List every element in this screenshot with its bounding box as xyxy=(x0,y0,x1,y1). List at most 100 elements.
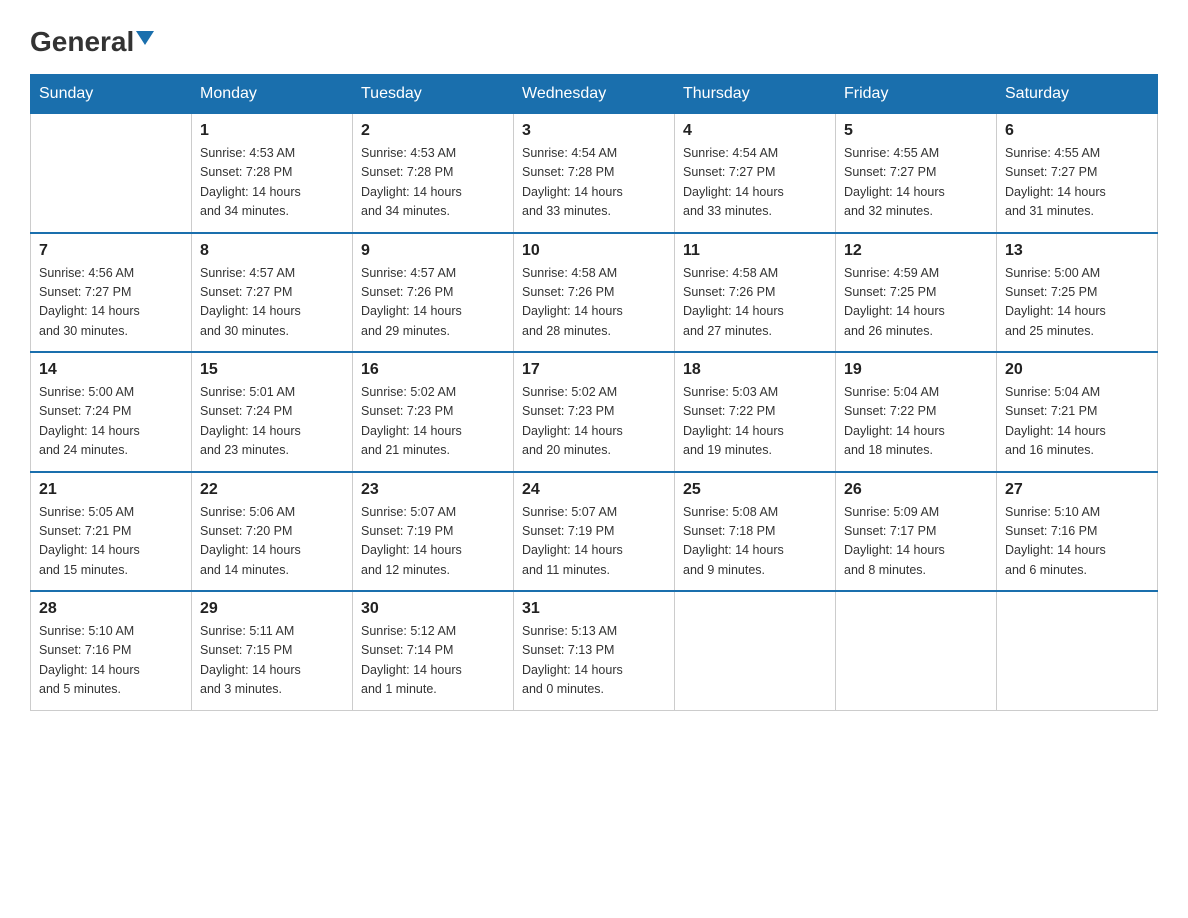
calendar-day-cell: 15 Sunrise: 5:01 AM Sunset: 7:24 PM Dayli… xyxy=(192,352,353,472)
calendar-day-cell: 24 Sunrise: 5:07 AM Sunset: 7:19 PM Dayli… xyxy=(514,472,675,592)
calendar-day-cell: 3Sunrise: 4:54 AM Sunset: 7:28 PM Daylig… xyxy=(514,114,675,233)
day-number: 15 xyxy=(200,361,344,379)
calendar-day-cell xyxy=(997,591,1158,710)
calendar-day-cell: 9Sunrise: 4:57 AM Sunset: 7:26 PM Daylig… xyxy=(353,233,514,353)
calendar-week-row: 28Sunrise: 5:10 AM Sunset: 7:16 PM Dayli… xyxy=(31,591,1158,710)
day-number: 17 xyxy=(522,361,666,379)
day-info: Sunrise: 5:10 AM Sunset: 7:16 PM Dayligh… xyxy=(1005,503,1149,581)
day-info: Sunrise: 5:04 AM Sunset: 7:21 PM Dayligh… xyxy=(1005,383,1149,461)
calendar-header-sunday: Sunday xyxy=(31,75,192,114)
day-number: 1 xyxy=(200,122,344,140)
day-number: 27 xyxy=(1005,481,1149,499)
logo-general: General xyxy=(30,28,134,56)
calendar-day-cell: 4Sunrise: 4:54 AM Sunset: 7:27 PM Daylig… xyxy=(675,114,836,233)
calendar-day-cell: 26Sunrise: 5:09 AM Sunset: 7:17 PM Dayli… xyxy=(836,472,997,592)
day-info: Sunrise: 4:55 AM Sunset: 7:27 PM Dayligh… xyxy=(844,144,988,222)
day-info: Sunrise: 4:57 AM Sunset: 7:26 PM Dayligh… xyxy=(361,264,505,342)
day-info: Sunrise: 5:07 AM Sunset: 7:19 PM Dayligh… xyxy=(361,503,505,581)
day-info: Sunrise: 5:07 AM Sunset: 7:19 PM Dayligh… xyxy=(522,503,666,581)
day-number: 24 xyxy=(522,481,666,499)
calendar-day-cell: 16 Sunrise: 5:02 AM Sunset: 7:23 PM Dayli… xyxy=(353,352,514,472)
day-info: Sunrise: 4:55 AM Sunset: 7:27 PM Dayligh… xyxy=(1005,144,1149,222)
day-info: Sunrise: 5:12 AM Sunset: 7:14 PM Dayligh… xyxy=(361,622,505,700)
day-number: 25 xyxy=(683,481,827,499)
day-number: 29 xyxy=(200,600,344,618)
calendar-header-tuesday: Tuesday xyxy=(353,75,514,114)
calendar-header-row: SundayMondayTuesdayWednesdayThursdayFrid… xyxy=(31,75,1158,114)
day-number: 10 xyxy=(522,242,666,260)
calendar-day-cell: 6 Sunrise: 4:55 AM Sunset: 7:27 PM Daylig… xyxy=(997,114,1158,233)
calendar-week-row: 1 Sunrise: 4:53 AM Sunset: 7:28 PM Daylig… xyxy=(31,114,1158,233)
day-info: Sunrise: 5:11 AM Sunset: 7:15 PM Dayligh… xyxy=(200,622,344,700)
logo: General xyxy=(30,28,154,56)
calendar-day-cell: 18 Sunrise: 5:03 AM Sunset: 7:22 PM Dayli… xyxy=(675,352,836,472)
calendar-header-thursday: Thursday xyxy=(675,75,836,114)
day-info: Sunrise: 4:59 AM Sunset: 7:25 PM Dayligh… xyxy=(844,264,988,342)
day-number: 18 xyxy=(683,361,827,379)
calendar-day-cell: 11 Sunrise: 4:58 AM Sunset: 7:26 PM Dayli… xyxy=(675,233,836,353)
day-number: 14 xyxy=(39,361,183,379)
day-info: Sunrise: 5:08 AM Sunset: 7:18 PM Dayligh… xyxy=(683,503,827,581)
day-number: 21 xyxy=(39,481,183,499)
day-info: Sunrise: 5:04 AM Sunset: 7:22 PM Dayligh… xyxy=(844,383,988,461)
day-number: 20 xyxy=(1005,361,1149,379)
calendar-day-cell: 5 Sunrise: 4:55 AM Sunset: 7:27 PM Daylig… xyxy=(836,114,997,233)
calendar-day-cell: 7 Sunrise: 4:56 AM Sunset: 7:27 PM Daylig… xyxy=(31,233,192,353)
day-number: 4 xyxy=(683,122,827,140)
calendar-day-cell xyxy=(836,591,997,710)
calendar-header-wednesday: Wednesday xyxy=(514,75,675,114)
day-info: Sunrise: 5:01 AM Sunset: 7:24 PM Dayligh… xyxy=(200,383,344,461)
day-info: Sunrise: 5:03 AM Sunset: 7:22 PM Dayligh… xyxy=(683,383,827,461)
calendar-day-cell: 31Sunrise: 5:13 AM Sunset: 7:13 PM Dayli… xyxy=(514,591,675,710)
day-info: Sunrise: 5:10 AM Sunset: 7:16 PM Dayligh… xyxy=(39,622,183,700)
calendar-day-cell: 1 Sunrise: 4:53 AM Sunset: 7:28 PM Daylig… xyxy=(192,114,353,233)
day-info: Sunrise: 5:05 AM Sunset: 7:21 PM Dayligh… xyxy=(39,503,183,581)
calendar-day-cell: 2Sunrise: 4:53 AM Sunset: 7:28 PM Daylig… xyxy=(353,114,514,233)
day-number: 16 xyxy=(361,361,505,379)
day-number: 19 xyxy=(844,361,988,379)
day-info: Sunrise: 4:57 AM Sunset: 7:27 PM Dayligh… xyxy=(200,264,344,342)
calendar-day-cell: 22Sunrise: 5:06 AM Sunset: 7:20 PM Dayli… xyxy=(192,472,353,592)
day-info: Sunrise: 4:53 AM Sunset: 7:28 PM Dayligh… xyxy=(361,144,505,222)
day-info: Sunrise: 5:13 AM Sunset: 7:13 PM Dayligh… xyxy=(522,622,666,700)
calendar-day-cell: 14Sunrise: 5:00 AM Sunset: 7:24 PM Dayli… xyxy=(31,352,192,472)
calendar-day-cell: 17 Sunrise: 5:02 AM Sunset: 7:23 PM Dayli… xyxy=(514,352,675,472)
calendar-day-cell: 21 Sunrise: 5:05 AM Sunset: 7:21 PM Dayli… xyxy=(31,472,192,592)
calendar-day-cell: 13Sunrise: 5:00 AM Sunset: 7:25 PM Dayli… xyxy=(997,233,1158,353)
calendar-day-cell: 8 Sunrise: 4:57 AM Sunset: 7:27 PM Daylig… xyxy=(192,233,353,353)
calendar-day-cell: 20 Sunrise: 5:04 AM Sunset: 7:21 PM Dayli… xyxy=(997,352,1158,472)
day-number: 30 xyxy=(361,600,505,618)
day-number: 26 xyxy=(844,481,988,499)
calendar-day-cell xyxy=(31,114,192,233)
calendar-day-cell: 23 Sunrise: 5:07 AM Sunset: 7:19 PM Dayli… xyxy=(353,472,514,592)
calendar-day-cell: 30 Sunrise: 5:12 AM Sunset: 7:14 PM Dayli… xyxy=(353,591,514,710)
day-number: 6 xyxy=(1005,122,1149,140)
day-info: Sunrise: 4:58 AM Sunset: 7:26 PM Dayligh… xyxy=(522,264,666,342)
day-number: 23 xyxy=(361,481,505,499)
day-info: Sunrise: 4:56 AM Sunset: 7:27 PM Dayligh… xyxy=(39,264,183,342)
day-number: 7 xyxy=(39,242,183,260)
day-info: Sunrise: 4:53 AM Sunset: 7:28 PM Dayligh… xyxy=(200,144,344,222)
day-info: Sunrise: 5:02 AM Sunset: 7:23 PM Dayligh… xyxy=(522,383,666,461)
calendar-table: SundayMondayTuesdayWednesdayThursdayFrid… xyxy=(30,74,1158,711)
page-header: General xyxy=(30,20,1158,56)
day-info: Sunrise: 4:54 AM Sunset: 7:28 PM Dayligh… xyxy=(522,144,666,222)
calendar-day-cell xyxy=(675,591,836,710)
logo-triangle-icon xyxy=(136,31,154,45)
day-number: 8 xyxy=(200,242,344,260)
calendar-day-cell: 25 Sunrise: 5:08 AM Sunset: 7:18 PM Dayli… xyxy=(675,472,836,592)
calendar-header-monday: Monday xyxy=(192,75,353,114)
calendar-day-cell: 19 Sunrise: 5:04 AM Sunset: 7:22 PM Dayli… xyxy=(836,352,997,472)
day-number: 22 xyxy=(200,481,344,499)
calendar-day-cell: 29 Sunrise: 5:11 AM Sunset: 7:15 PM Dayli… xyxy=(192,591,353,710)
calendar-header-friday: Friday xyxy=(836,75,997,114)
calendar-week-row: 14Sunrise: 5:00 AM Sunset: 7:24 PM Dayli… xyxy=(31,352,1158,472)
day-number: 5 xyxy=(844,122,988,140)
day-info: Sunrise: 5:02 AM Sunset: 7:23 PM Dayligh… xyxy=(361,383,505,461)
calendar-week-row: 21 Sunrise: 5:05 AM Sunset: 7:21 PM Dayli… xyxy=(31,472,1158,592)
calendar-header-saturday: Saturday xyxy=(997,75,1158,114)
calendar-day-cell: 10 Sunrise: 4:58 AM Sunset: 7:26 PM Dayli… xyxy=(514,233,675,353)
calendar-day-cell: 28Sunrise: 5:10 AM Sunset: 7:16 PM Dayli… xyxy=(31,591,192,710)
day-number: 11 xyxy=(683,242,827,260)
day-info: Sunrise: 4:58 AM Sunset: 7:26 PM Dayligh… xyxy=(683,264,827,342)
